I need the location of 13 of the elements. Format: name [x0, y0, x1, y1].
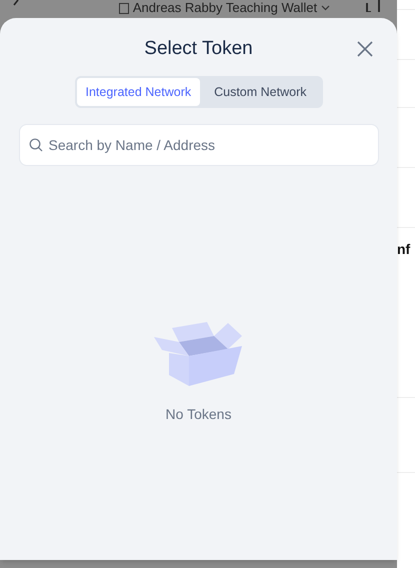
close-button[interactable]: [356, 40, 374, 58]
side-text: nf: [397, 242, 410, 256]
empty-box-icon: [154, 320, 244, 386]
network-tab[interactable]: Integrated Network: [76, 78, 200, 106]
wallet-name[interactable]: Andreas Rabby Teaching Wallet: [132, 0, 318, 16]
chevron-down-icon[interactable]: [321, 5, 330, 11]
network-tab[interactable]: Custom Network: [200, 78, 320, 106]
back-icon[interactable]: [12, 0, 20, 6]
search-icon: [28, 138, 42, 152]
wallet-icon: [118, 2, 129, 14]
search-field[interactable]: Search by Name / Address: [18, 124, 378, 166]
empty-message: No Tokens: [166, 405, 232, 424]
drawer-title: Select Token: [144, 37, 253, 61]
